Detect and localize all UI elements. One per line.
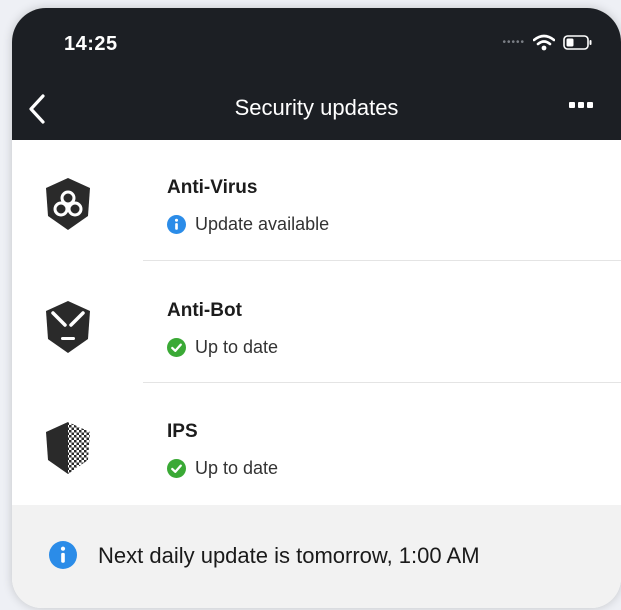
list-item-anti-virus[interactable]: Anti-Virus Update available [12, 140, 621, 261]
item-status: Update available [167, 214, 329, 235]
battery-icon [563, 35, 592, 50]
info-icon [49, 541, 77, 569]
item-title: IPS [167, 421, 198, 442]
item-title: Anti-Virus [167, 177, 258, 198]
item-title: Anti-Bot [167, 300, 242, 321]
next-update-text: Next daily update is tomorrow, 1:00 AM [98, 543, 480, 568]
check-circle-icon [167, 338, 186, 357]
info-icon [167, 215, 186, 234]
update-info-bar: Next daily update is tomorrow, 1:00 AM [12, 505, 621, 608]
phone-screen: 14:25 ••••• Security updates Anti-Virus … [12, 8, 621, 608]
item-status: Up to date [167, 458, 278, 479]
list-item-anti-bot[interactable]: Anti-Bot Up to date [12, 262, 621, 383]
wifi-icon [533, 34, 555, 51]
checkered-shield-icon [46, 422, 90, 474]
status-icons: ••••• [502, 34, 593, 51]
divider [143, 260, 621, 261]
biohazard-shield-icon [46, 178, 90, 230]
top-bar: 14:25 ••••• Security updates [12, 8, 621, 140]
item-status: Up to date [167, 337, 278, 358]
status-text: Update available [195, 214, 330, 234]
list-item-ips[interactable]: IPS Up to date [12, 383, 621, 504]
status-text: Up to date [195, 337, 279, 357]
bot-face-shield-icon [46, 301, 90, 353]
check-circle-icon [167, 459, 186, 478]
status-text: Up to date [195, 458, 279, 478]
page-title: Security updates [234, 95, 399, 120]
status-time: 14:25 [64, 33, 118, 55]
signal-icon: ••••• [502, 37, 525, 48]
more-options-button[interactable] [569, 102, 593, 108]
